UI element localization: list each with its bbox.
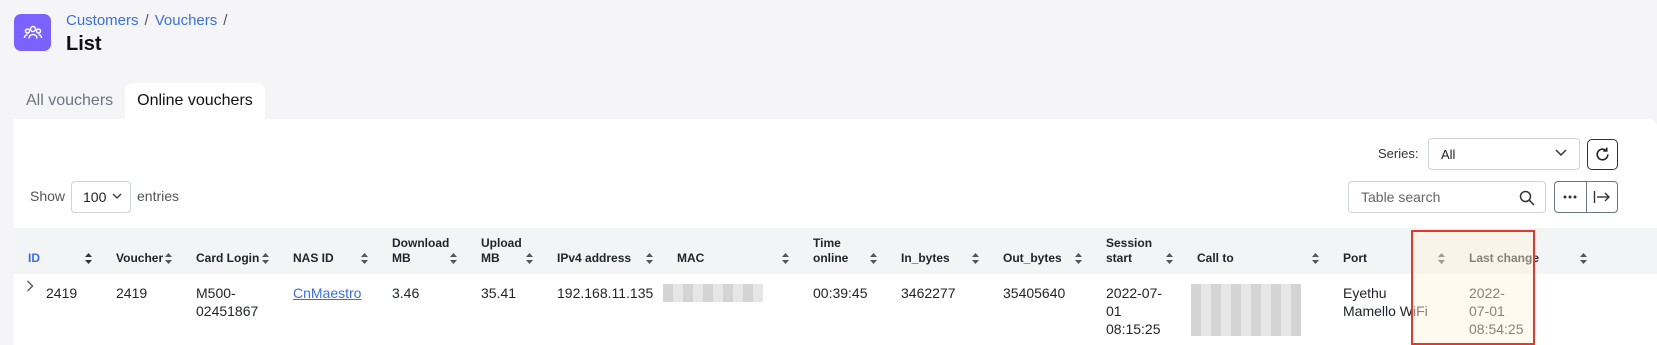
series-label: Series: — [1378, 146, 1419, 161]
entries-select[interactable]: 100 — [71, 181, 131, 213]
sort-icon — [782, 253, 789, 264]
cell-upload-mb: 35.41 — [481, 285, 517, 301]
column-header-nas-id[interactable]: NAS ID — [279, 228, 378, 274]
sort-icon — [1438, 253, 1445, 264]
chevron-down-icon — [1555, 149, 1567, 157]
cell-download-mb: 3.46 — [392, 285, 420, 301]
search-icon — [1519, 190, 1535, 206]
cell-time-online: 00:39:45 — [813, 285, 868, 301]
sort-icon — [165, 253, 172, 264]
sort-icon — [450, 253, 457, 264]
sort-icon — [1312, 253, 1319, 264]
refresh-button[interactable] — [1587, 139, 1618, 170]
cell-ipv4-address: 192.168.11.135 — [557, 285, 654, 301]
sort-icon — [972, 253, 979, 264]
column-header-in-bytes[interactable]: In_bytes — [887, 228, 989, 274]
table-row[interactable]: 2419 2419 M500-02451867 CnMaestro 3.46 3… — [14, 274, 1657, 341]
entries-label: entries — [137, 188, 180, 204]
sort-icon — [870, 253, 877, 264]
cell-port: Eyethu Mamello WiFi — [1343, 285, 1428, 319]
cell-voucher: 2419 — [116, 285, 148, 301]
cell-nas-id: CnMaestro — [279, 274, 378, 341]
column-header-session-start[interactable]: Session start — [1092, 228, 1183, 274]
sort-icon — [1075, 253, 1082, 264]
column-header-voucher[interactable]: Voucher — [102, 228, 182, 274]
cell-last-change: 2022-07-01 08:54:25 — [1469, 285, 1524, 337]
sort-icon — [85, 253, 92, 264]
breadcrumb-separator: / — [144, 12, 149, 29]
chevron-right-icon[interactable] — [26, 280, 34, 292]
table-search — [1348, 181, 1546, 213]
breadcrumb-customers[interactable]: Customers — [66, 12, 139, 29]
refresh-icon — [1596, 147, 1609, 161]
nas-id-link[interactable]: CnMaestro — [293, 285, 361, 301]
page-title: List — [66, 33, 102, 55]
show-label: Show — [30, 188, 66, 204]
entries-select-value: 100 — [83, 189, 107, 205]
sort-icon — [361, 253, 368, 264]
table-actions-group — [1554, 181, 1618, 213]
series-select[interactable]: All — [1428, 138, 1580, 170]
cell-call-to — [1183, 274, 1329, 341]
cell-in-bytes: 3462277 — [901, 285, 956, 301]
sort-icon — [646, 253, 653, 264]
cell-session-start: 2022-07-01 08:15:25 — [1106, 285, 1163, 337]
column-header-mac[interactable]: MAC — [663, 228, 799, 274]
arrow-right-bar-icon — [1593, 191, 1610, 203]
column-header-id[interactable]: ID — [14, 228, 102, 274]
tab-online-vouchers[interactable]: Online vouchers — [125, 83, 265, 119]
tab-all-vouchers[interactable]: All vouchers — [14, 83, 125, 119]
column-header-time-online[interactable]: Time online — [799, 228, 887, 274]
cell-out-bytes: 35405640 — [1003, 285, 1066, 301]
column-header-card-login[interactable]: Card Login — [182, 228, 279, 274]
column-header-upload-mb[interactable]: Upload MB — [467, 228, 543, 274]
sort-icon — [1166, 253, 1173, 264]
column-header-port[interactable]: Port — [1329, 228, 1455, 274]
sort-icon — [262, 253, 269, 264]
expand-button[interactable] — [1587, 182, 1618, 212]
chevron-down-icon — [112, 193, 122, 199]
tab-bar: All vouchers Online vouchers — [14, 83, 265, 119]
breadcrumb: Customers / Vouchers / — [66, 12, 227, 29]
column-header-out-bytes[interactable]: Out_bytes — [989, 228, 1092, 274]
column-header-download-mb[interactable]: Download MB — [378, 228, 467, 274]
sort-icon — [526, 253, 533, 264]
breadcrumb-separator: / — [223, 12, 228, 29]
cell-mac — [663, 274, 799, 341]
ellipsis-icon — [1563, 195, 1577, 199]
breadcrumb-vouchers[interactable]: Vouchers — [155, 12, 218, 29]
sort-icon — [1580, 253, 1587, 264]
vouchers-table: ID Voucher Card Login NAS ID Download MB… — [14, 228, 1657, 341]
customers-app-icon — [14, 14, 51, 51]
table-search-input[interactable] — [1349, 182, 1509, 212]
more-options-button[interactable] — [1555, 182, 1587, 212]
column-header-call-to[interactable]: Call to — [1183, 228, 1329, 274]
column-header-ipv4-address[interactable]: IPv4 address — [543, 228, 663, 274]
table-header-row: ID Voucher Card Login NAS ID Download MB… — [14, 228, 1657, 274]
redacted-call-to — [1191, 284, 1301, 336]
cell-card-login: M500-02451867 — [196, 285, 259, 319]
redacted-mac — [663, 284, 763, 302]
series-select-value: All — [1441, 146, 1456, 162]
column-header-last-change[interactable]: Last change — [1455, 228, 1657, 274]
